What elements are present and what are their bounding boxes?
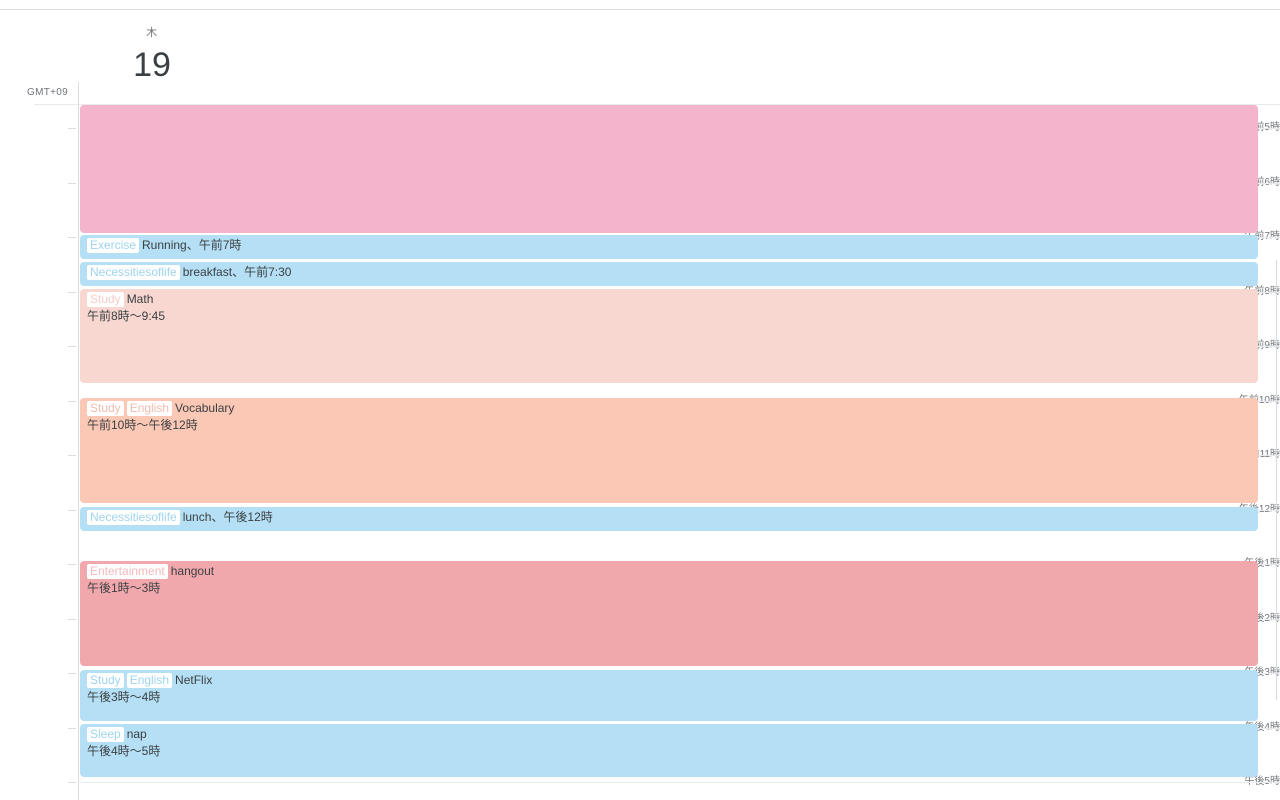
event-title: hangout xyxy=(170,564,215,578)
calendar-day-view: 木 19 GMT+09 午前5時午前6時午前7時午前8時午前9時午前10時午前1… xyxy=(0,0,1280,800)
calendar-event[interactable]: Necessitiesoflife lunch、午後12時 xyxy=(80,507,1258,531)
hour-tick xyxy=(68,618,76,620)
event-primary-line: Entertainment hangout xyxy=(87,563,1252,580)
event-primary-line: Necessitiesoflife breakfast、午前7:30 xyxy=(87,264,1252,281)
event-time: 午後4時〜5時 xyxy=(87,744,161,758)
calendar-event[interactable]: Study Math 午前8時〜9:45 xyxy=(80,289,1258,383)
event-title: NetFlix xyxy=(175,673,213,687)
hour-tick xyxy=(68,291,76,293)
event-time: 午前8時〜9:45 xyxy=(87,309,166,323)
header-column-divider xyxy=(78,82,79,104)
event-category-tag: Necessitiesoflife xyxy=(87,265,180,280)
hour-gridline xyxy=(78,782,1280,783)
event-category-tag: Entertainment xyxy=(87,564,168,579)
event-time: 午後3時〜4時 xyxy=(87,690,161,704)
hour-tick xyxy=(68,182,76,184)
hour-row: 午後5時 xyxy=(0,776,1280,787)
event-primary-line: Necessitiesoflife lunch、午後12時 xyxy=(87,509,1252,526)
hour-tick xyxy=(68,346,76,347)
hour-tick xyxy=(68,455,76,456)
day-header-date[interactable]: 木 19 xyxy=(92,26,212,86)
day-column-divider xyxy=(78,104,79,800)
event-category-tag: English xyxy=(126,673,173,688)
event-title: nap xyxy=(126,727,147,741)
event-primary-line: Study Math xyxy=(87,291,1252,308)
event-category-tag: Exercise xyxy=(87,238,140,253)
hour-tick xyxy=(68,782,76,783)
event-category-tag: Study xyxy=(87,673,124,688)
day-header: 木 19 xyxy=(78,10,1280,104)
event-primary-line: Sleep nap xyxy=(87,726,1252,743)
calendar-event[interactable]: Entertainment hangout 午後1時〜3時 xyxy=(80,561,1258,666)
calendar-event[interactable]: Sleep nap 午後4時〜5時 xyxy=(80,724,1258,777)
vertical-scrollbar[interactable] xyxy=(1276,260,1280,700)
event-category-tag: Sleep xyxy=(87,727,124,742)
hour-tick xyxy=(68,564,76,565)
event-category-tag: English xyxy=(126,401,173,416)
calendar-event[interactable]: Exercise Running、午前7時 xyxy=(80,235,1258,259)
event-title: Vocabulary xyxy=(175,401,235,415)
event-time: 午前10時〜午後12時 xyxy=(87,418,198,432)
hour-tick xyxy=(68,727,76,729)
event-primary-line: Study English NetFlix xyxy=(87,672,1252,689)
calendar-event[interactable] xyxy=(80,105,1258,233)
event-title: Math xyxy=(126,292,154,306)
event-title: breakfast、午前7:30 xyxy=(182,265,292,279)
calendar-event[interactable]: Study English NetFlix 午後3時〜4時 xyxy=(80,670,1258,721)
hour-tick xyxy=(68,673,76,674)
hour-tick xyxy=(68,128,76,129)
event-primary-line: Study English Vocabulary xyxy=(87,400,1252,417)
day-number-label[interactable]: 19 xyxy=(92,44,212,86)
event-title: lunch、午後12時 xyxy=(182,510,273,524)
timezone-label: GMT+09 xyxy=(27,87,68,98)
event-primary-line: Exercise Running、午前7時 xyxy=(87,237,1252,254)
calendar-event[interactable]: Study English Vocabulary 午前10時〜午後12時 xyxy=(80,398,1258,503)
hour-tick xyxy=(68,509,76,511)
day-of-week-label: 木 xyxy=(146,27,158,39)
time-grid[interactable]: 午前5時午前6時午前7時午前8時午前9時午前10時午前11時午後12時午後1時午… xyxy=(0,104,1280,800)
hour-tick xyxy=(68,237,76,238)
calendar-event[interactable]: Necessitiesoflife breakfast、午前7:30 xyxy=(80,262,1258,286)
event-category-tag: Necessitiesoflife xyxy=(87,510,180,525)
event-category-tag: Study xyxy=(87,401,124,416)
event-title: Running、午前7時 xyxy=(142,238,242,252)
event-time: 午後1時〜3時 xyxy=(87,581,161,595)
event-category-tag: Study xyxy=(87,292,124,307)
hour-tick xyxy=(68,400,76,402)
